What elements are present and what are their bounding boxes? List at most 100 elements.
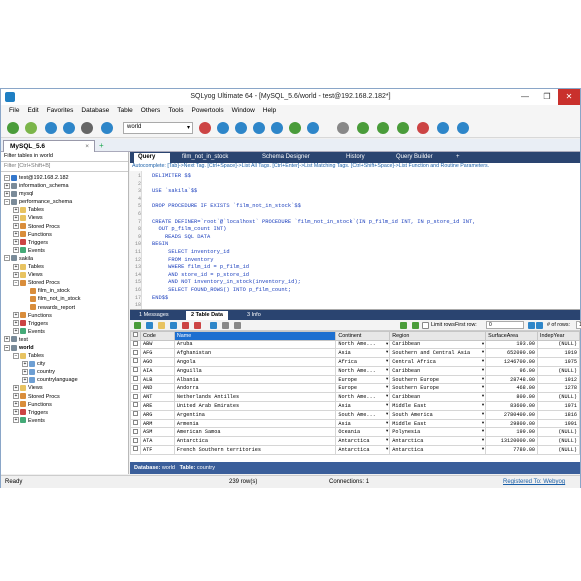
collapse-icon[interactable]: −: [13, 352, 19, 359]
expand-icon[interactable]: +: [22, 376, 28, 383]
chevron-down-icon[interactable]: ▾: [386, 421, 388, 426]
row-checkbox[interactable]: [133, 367, 138, 373]
chevron-down-icon[interactable]: ▾: [482, 429, 484, 434]
maximize-button[interactable]: ❐: [536, 89, 558, 105]
sql-editor[interactable]: 1 DELIMITER $$ 2 3 USE `sakila`$$ 4 5 DROP PROC…: [130, 171, 580, 310]
tree-item[interactable]: film_in_stock: [1, 287, 128, 295]
user-manager-icon[interactable]: [199, 122, 211, 134]
table-cell[interactable]: Andorra: [173, 383, 337, 394]
chevron-down-icon[interactable]: ▾: [482, 447, 484, 452]
chevron-down-icon[interactable]: ▾: [386, 403, 388, 408]
select-all-checkbox[interactable]: [133, 332, 138, 338]
export-icon[interactable]: [271, 122, 283, 134]
row-select-cell[interactable]: [130, 365, 141, 376]
new-query-icon[interactable]: [25, 122, 37, 134]
table-cell[interactable]: 800.00: [485, 392, 539, 403]
expand-icon[interactable]: +: [13, 231, 19, 238]
menu-tools[interactable]: Tools: [164, 105, 187, 118]
table-cell[interactable]: Antarctica ▾: [389, 445, 487, 455]
tree-item[interactable]: + Events: [1, 328, 128, 336]
row-select-cell[interactable]: [130, 436, 141, 447]
tab-film-not-in-stock[interactable]: film_not_in_stock: [178, 153, 232, 163]
tree-item[interactable]: − world: [1, 344, 128, 352]
tree-item[interactable]: + Stored Procs: [1, 393, 128, 401]
table-row[interactable]: AND Andorra Europe ▾ Southern Europe ▾ 468.00 1…: [130, 383, 580, 394]
table-cell[interactable]: 468.00: [485, 383, 539, 394]
row-checkbox[interactable]: [133, 437, 138, 443]
grid-view-icon[interactable]: [210, 322, 217, 329]
table-cell[interactable]: AIA: [140, 365, 175, 376]
expand-icon[interactable]: +: [22, 360, 28, 367]
close-button[interactable]: ✕: [558, 89, 580, 105]
profiler-icon[interactable]: [437, 122, 449, 134]
table-cell[interactable]: Albania: [173, 374, 337, 385]
table-cell[interactable]: 2780400.00: [485, 409, 539, 420]
chevron-down-icon[interactable]: ▾: [386, 438, 388, 443]
row-checkbox[interactable]: [133, 402, 138, 408]
table-cell[interactable]: Antarctica ▾: [335, 445, 391, 455]
tree-item[interactable]: film_not_in_stock: [1, 295, 128, 303]
expand-icon[interactable]: +: [13, 215, 19, 222]
table-cell[interactable]: South America ▾: [389, 409, 487, 420]
chevron-down-icon[interactable]: ▾: [482, 377, 484, 382]
tools-icon[interactable]: [457, 122, 469, 134]
row-checkbox[interactable]: [133, 340, 138, 346]
chevron-down-icon[interactable]: ▾: [482, 403, 484, 408]
expand-icon[interactable]: +: [13, 223, 19, 230]
migration-icon[interactable]: [377, 122, 389, 134]
previous-page-icon[interactable]: [528, 322, 535, 329]
table-cell[interactable]: (NULL): [537, 436, 580, 447]
row-checkbox[interactable]: [133, 393, 138, 399]
row-checkbox[interactable]: [133, 428, 138, 434]
import-icon[interactable]: [253, 122, 265, 134]
table-cell[interactable]: 1991: [537, 418, 580, 429]
chevron-down-icon[interactable]: ▾: [386, 368, 388, 373]
collapse-icon[interactable]: −: [4, 174, 10, 181]
column-header[interactable]: Continent: [335, 331, 391, 341]
chevron-down-icon[interactable]: ▾: [386, 394, 388, 399]
tree-item[interactable]: − sakila: [1, 255, 128, 263]
row-checkbox[interactable]: [133, 411, 138, 417]
table-cell[interactable]: 1278: [537, 383, 580, 394]
table-cell[interactable]: 28748.00: [485, 374, 539, 385]
table-cell[interactable]: Oceania ▾: [335, 427, 391, 438]
table-cell[interactable]: AFG: [140, 348, 175, 359]
row-select-cell[interactable]: [130, 339, 141, 350]
table-cell[interactable]: ABW: [140, 339, 175, 350]
table-cell[interactable]: Argentina: [173, 409, 337, 420]
minimize-button[interactable]: —: [514, 89, 536, 105]
table-cell[interactable]: (NULL): [537, 392, 580, 403]
table-cell[interactable]: Southern Europe ▾: [389, 374, 487, 385]
row-checkbox[interactable]: [133, 349, 138, 355]
table-cell[interactable]: North Ame... ▾: [335, 392, 391, 403]
tree-item[interactable]: + city: [1, 360, 128, 368]
table-cell[interactable]: AND: [140, 383, 175, 394]
table-cell[interactable]: Africa ▾: [335, 357, 391, 367]
tree-item[interactable]: + Views: [1, 271, 128, 279]
clock-icon[interactable]: [417, 122, 429, 134]
chevron-down-icon[interactable]: ▾: [386, 429, 388, 434]
table-cell[interactable]: 1975: [537, 357, 580, 367]
backup-icon[interactable]: [217, 122, 229, 134]
table-row[interactable]: ASM American Samoa Oceania ▾ Polynesia ▾ 199.0…: [130, 427, 580, 438]
table-cell[interactable]: 1971: [537, 401, 580, 411]
collapse-icon[interactable]: −: [13, 279, 19, 286]
tree-item[interactable]: + Functions: [1, 401, 128, 409]
row-select-cell[interactable]: [130, 383, 141, 394]
row-checkbox[interactable]: [133, 376, 138, 382]
tree-item[interactable]: + Events: [1, 417, 128, 425]
table-cell[interactable]: 652090.00: [485, 348, 539, 359]
table-cell[interactable]: 1816: [537, 409, 580, 420]
table-cell[interactable]: Angola: [173, 357, 337, 367]
tree-item[interactable]: + Views: [1, 384, 128, 392]
tree-item[interactable]: + Functions: [1, 312, 128, 320]
expand-icon[interactable]: +: [13, 393, 19, 400]
expand-icon[interactable]: +: [4, 190, 10, 197]
table-cell[interactable]: Europe ▾: [335, 383, 391, 394]
registered-link[interactable]: Registered To: Webyog: [503, 479, 565, 485]
tab-messages[interactable]: 1 Messages: [134, 311, 174, 320]
row-select-cell[interactable]: [130, 418, 141, 429]
chevron-down-icon[interactable]: ▾: [482, 368, 484, 373]
table-cell[interactable]: American Samoa: [173, 427, 337, 438]
stop-icon[interactable]: [81, 122, 93, 134]
